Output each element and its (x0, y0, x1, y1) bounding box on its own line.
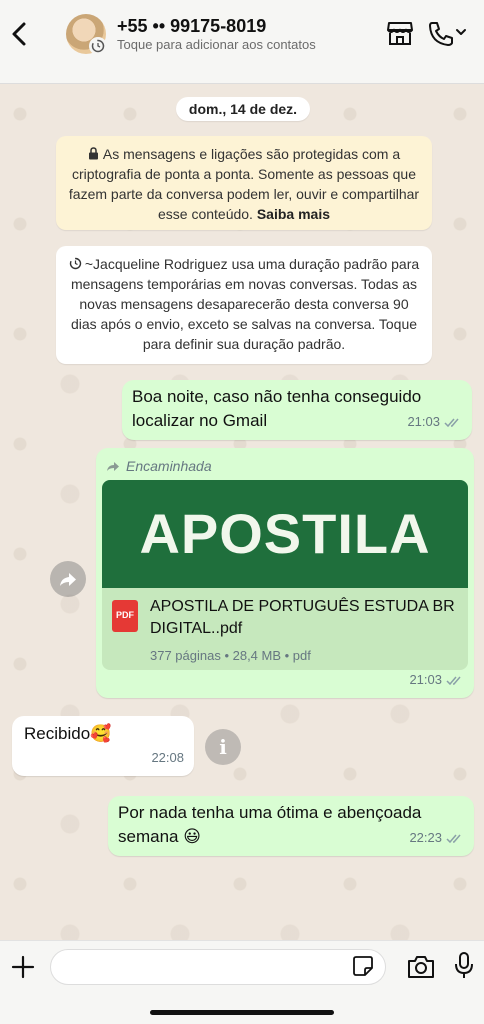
message-meta: 21:03 (409, 668, 464, 692)
disappearing-timer-icon (89, 37, 107, 55)
pdf-file-icon: PDF (112, 600, 138, 632)
contact-subtitle[interactable]: Toque para adicionar aos contatos (117, 37, 316, 52)
attach-button[interactable] (10, 954, 36, 980)
back-button[interactable] (8, 18, 32, 50)
phone-icon (429, 22, 466, 46)
timer-icon (69, 257, 82, 270)
forwarded-text: Encaminhada (126, 458, 212, 474)
forwarded-document-message[interactable]: Encaminhada APOSTILA PDF APOSTILA DE POR… (96, 448, 474, 698)
double-check-icon (444, 418, 459, 427)
message-time: 22:23 (409, 830, 442, 845)
sticker-icon (353, 956, 373, 976)
forwarded-label: Encaminhada (106, 454, 212, 478)
message-bubble-outgoing[interactable]: Por nada tenha uma ótima e abençoada sem… (108, 796, 474, 856)
document-name: APOSTILA DE PORTUGUÊS ESTUDA BR DIGITAL.… (150, 598, 455, 637)
store-icon[interactable] (386, 20, 414, 46)
call-button[interactable] (427, 20, 467, 46)
timer-notice-text: ~Jacqueline Rodriguez usa uma duração pa… (70, 256, 420, 352)
message-text: Recibido🥰 (24, 724, 112, 743)
message-meta: 21:03 (407, 410, 462, 434)
info-icon: i (219, 735, 227, 759)
info-button[interactable]: i (205, 729, 241, 765)
chevron-left-icon (12, 22, 26, 46)
message-time: 21:03 (409, 672, 442, 687)
message-input[interactable] (50, 949, 386, 985)
message-bubble-incoming[interactable]: Recibido🥰 22:08 (12, 716, 194, 776)
learn-more-link[interactable]: Saiba mais (257, 206, 330, 222)
message-meta: 22:08 (151, 746, 184, 770)
forward-arrow-icon (107, 461, 119, 471)
preview-title: APOSTILA (139, 502, 431, 565)
document-card[interactable]: APOSTILA PDF APOSTILA DE PORTUGUÊS ESTUD… (102, 480, 468, 670)
document-meta: 377 páginas • 28,4 MB • pdf (150, 648, 311, 663)
microphone-button[interactable] (454, 951, 474, 981)
message-meta: 22:23 (409, 826, 464, 850)
home-indicator (150, 1010, 334, 1015)
message-time: 21:03 (407, 414, 440, 429)
lock-icon (88, 147, 99, 160)
double-check-icon (446, 834, 461, 843)
plus-icon (11, 955, 35, 979)
camera-icon (408, 956, 434, 978)
date-separator: dom., 14 de dez. (176, 97, 310, 121)
document-preview: APOSTILA (102, 480, 468, 588)
encryption-notice[interactable]: As mensagens e ligações são protegidas c… (56, 136, 432, 230)
encryption-text: As mensagens e ligações são protegidas c… (68, 146, 420, 222)
sticker-button[interactable] (352, 955, 374, 977)
double-check-icon (446, 676, 461, 685)
message-time: 22:08 (151, 750, 184, 765)
message-bubble-outgoing[interactable]: Boa noite, caso não tenha conseguido loc… (122, 380, 472, 440)
camera-button[interactable] (406, 954, 436, 980)
contact-name[interactable]: +55 •• 99175-8019 (117, 16, 266, 37)
share-arrow-icon (60, 572, 76, 586)
disappearing-messages-notice[interactable]: ~Jacqueline Rodriguez usa uma duração pa… (56, 246, 432, 364)
forward-button[interactable] (50, 561, 86, 597)
chat-header: +55 •• 99175-8019 Toque para adicionar a… (0, 0, 484, 84)
microphone-icon (455, 952, 473, 978)
